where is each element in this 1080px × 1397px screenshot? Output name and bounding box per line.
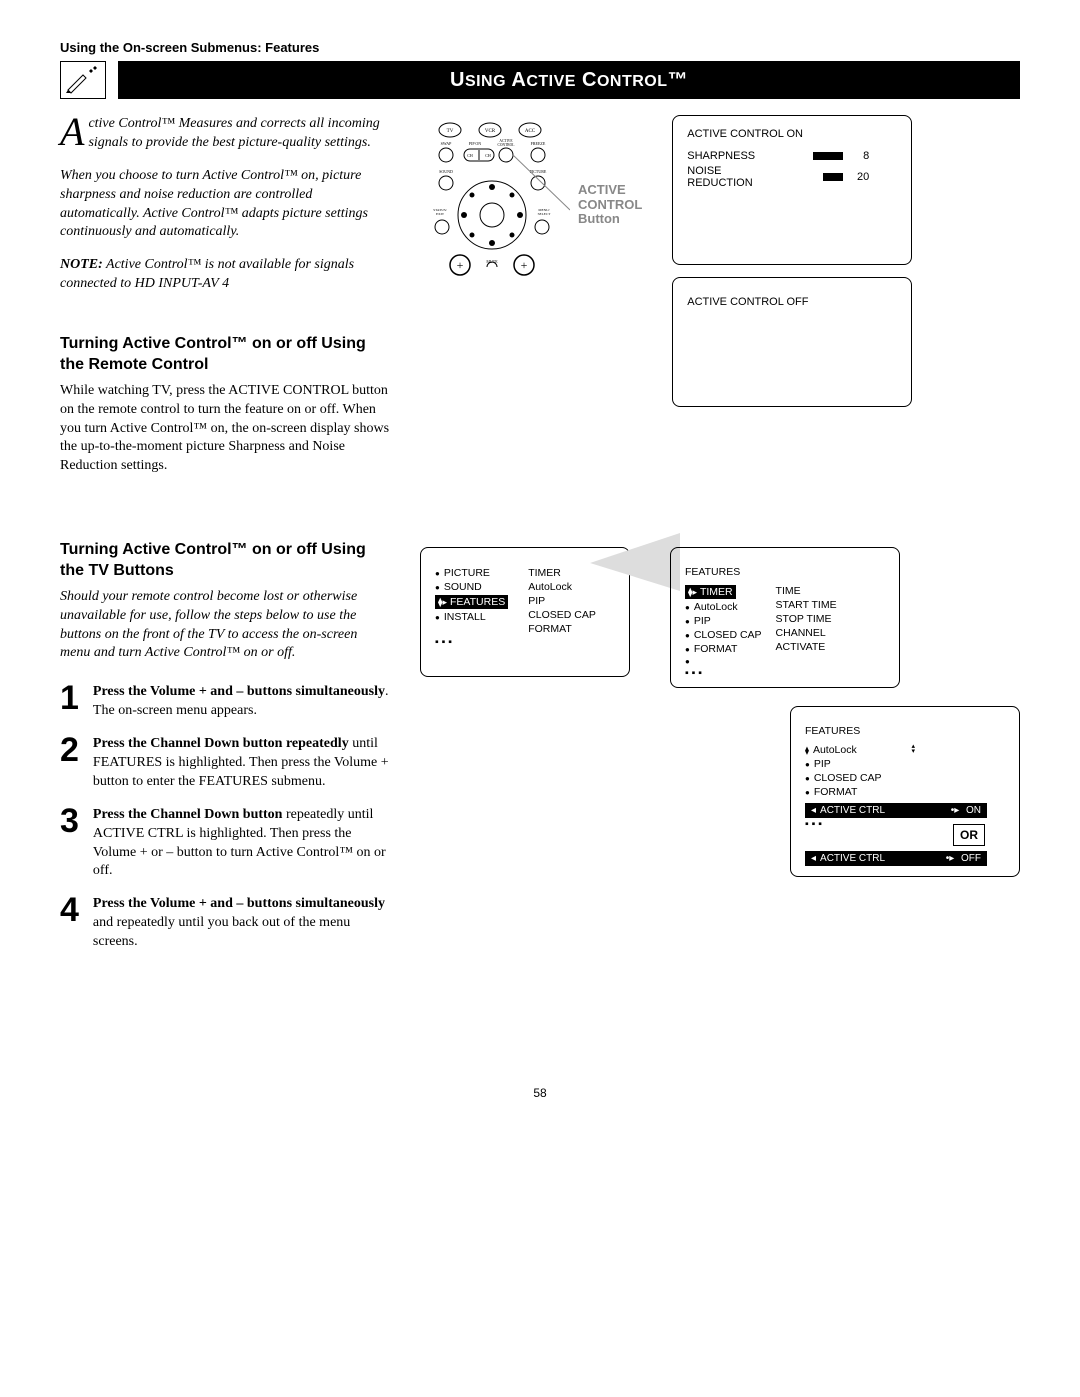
remote-figure: TV VCR ACC SWAP PIP ON ACTIVE CONTROL FR… [420,115,642,295]
corner-dots-icon: ▪ ▪ ▪ [435,636,615,648]
menu-features-timer: FEATURES ⧫▸TIMER● AutoLock● PIP● CLOSED … [670,547,900,688]
menu-item: TIMER [528,566,596,580]
osd-active-off: ACTIVE CONTROL OFF [672,277,912,407]
heading-tv-buttons: Turning Active Control™ on or off Using … [60,540,390,582]
active-control-callout: ACTIVE CONTROL Button [578,183,642,228]
svg-text:CONTROL: CONTROL [498,143,515,147]
menu-value: TIME [776,584,837,598]
steps-list: 1 Press the Volume + and – buttons simult… [60,683,390,952]
step-text: Press the Channel Down button repeatedly… [93,806,390,882]
menu-value: START TIME [776,598,837,612]
body-column: Active Control™ Measures and corrects al… [60,115,390,966]
svg-text:ACC: ACC [525,129,536,134]
intro-paragraph-2: When you choose to turn Active Control™ … [60,167,390,243]
osd-active-on: ACTIVE CONTROL ON SHARPNESS8NOISE REDUCT… [672,115,912,265]
step-item: 1 Press the Volume + and – buttons simult… [60,683,390,721]
svg-text:TV: TV [447,129,454,134]
menu-item: AutoLock [528,580,596,594]
menu-item: FORMAT [528,622,596,636]
menu-item: ● FORMAT [805,785,915,799]
step-number: 2 [60,735,79,792]
svg-text:VCR: VCR [485,129,496,134]
menu-value: CHANNEL [776,626,837,640]
menu-item: ● AutoLock [685,600,762,614]
menu-item: ● FORMAT [685,642,762,656]
page-title: USING ACTIVE CONTROL™ [118,61,1020,99]
remote-body: While watching TV, press the ACTIVE CONT… [60,382,390,476]
step-text: Press the Volume + and – buttons simulta… [93,895,390,952]
corner-dots-icon: ▪ ▪ ▪ [685,667,885,679]
menu-item: ⧫ AutoLock▴▾ [805,743,915,757]
step-text: Press the Volume + and – buttons simulta… [93,683,390,721]
menu-item: ● SOUND [435,580,508,594]
svg-text:FREEZE: FREEZE [531,141,546,146]
menu-item: ● PICTURE [435,566,508,580]
step-number: 1 [60,683,79,721]
step-text: Press the Channel Down button repeatedly… [93,735,390,792]
svg-text:PIP ON: PIP ON [469,141,482,146]
svg-text:+: + [521,258,528,272]
menu-value: ACTIVATE [776,640,837,654]
heading-remote: Turning Active Control™ on or off Using … [60,334,390,376]
menu-features-active-ctrl: FEATURES ⧫ AutoLock▴▾● PIP● CLOSED CAP● … [790,706,1020,877]
step-number: 3 [60,806,79,882]
svg-text:+: + [457,258,464,272]
menu-value [776,654,837,656]
svg-text:SWAP: SWAP [441,141,452,146]
step-item: 3Press the Channel Down button repeatedl… [60,806,390,882]
page-number: 58 [60,1086,1020,1100]
note-text: NOTE: Active Control™ is not available f… [60,256,390,294]
svg-text:SELECT: SELECT [538,212,552,216]
or-label: OR [953,824,985,846]
menu-item: ⧫▸TIMER [685,584,762,600]
svg-text:SOUND: SOUND [439,169,453,174]
svg-text:CH: CH [467,153,473,158]
intro-paragraph-1: Active Control™ Measures and corrects al… [60,115,390,153]
breadcrumb: Using the On-screen Submenus: Features [60,40,1020,55]
menu-item: ● [685,656,762,667]
remote-illustration: TV VCR ACC SWAP PIP ON ACTIVE CONTROL FR… [420,115,570,295]
step-number: 4 [60,895,79,952]
menu-item: ● PIP [685,614,762,628]
pencil-icon [60,61,106,99]
menu-value: STOP TIME [776,612,837,626]
svg-text:CH: CH [485,153,491,158]
menu-item: ● CLOSED CAP [685,628,762,642]
menu-item: ● PIP [805,757,915,771]
step-item: 4Press the Volume + and – buttons simult… [60,895,390,952]
menu-item: PIP [528,594,596,608]
menu-item: ⧫▸FEATURES [435,594,508,610]
menu-item: ● INSTALL [435,610,508,624]
step-item: 2Press the Channel Down button repeatedl… [60,735,390,792]
menu-item: CLOSED CAP [528,608,596,622]
tv-intro: Should your remote control become lost o… [60,588,390,664]
figure-column: TV VCR ACC SWAP PIP ON ACTIVE CONTROL FR… [420,115,1020,966]
svg-text:EXIT: EXIT [436,212,445,216]
page-header: USING ACTIVE CONTROL™ [60,61,1020,99]
menu-item: ● CLOSED CAP [805,771,915,785]
